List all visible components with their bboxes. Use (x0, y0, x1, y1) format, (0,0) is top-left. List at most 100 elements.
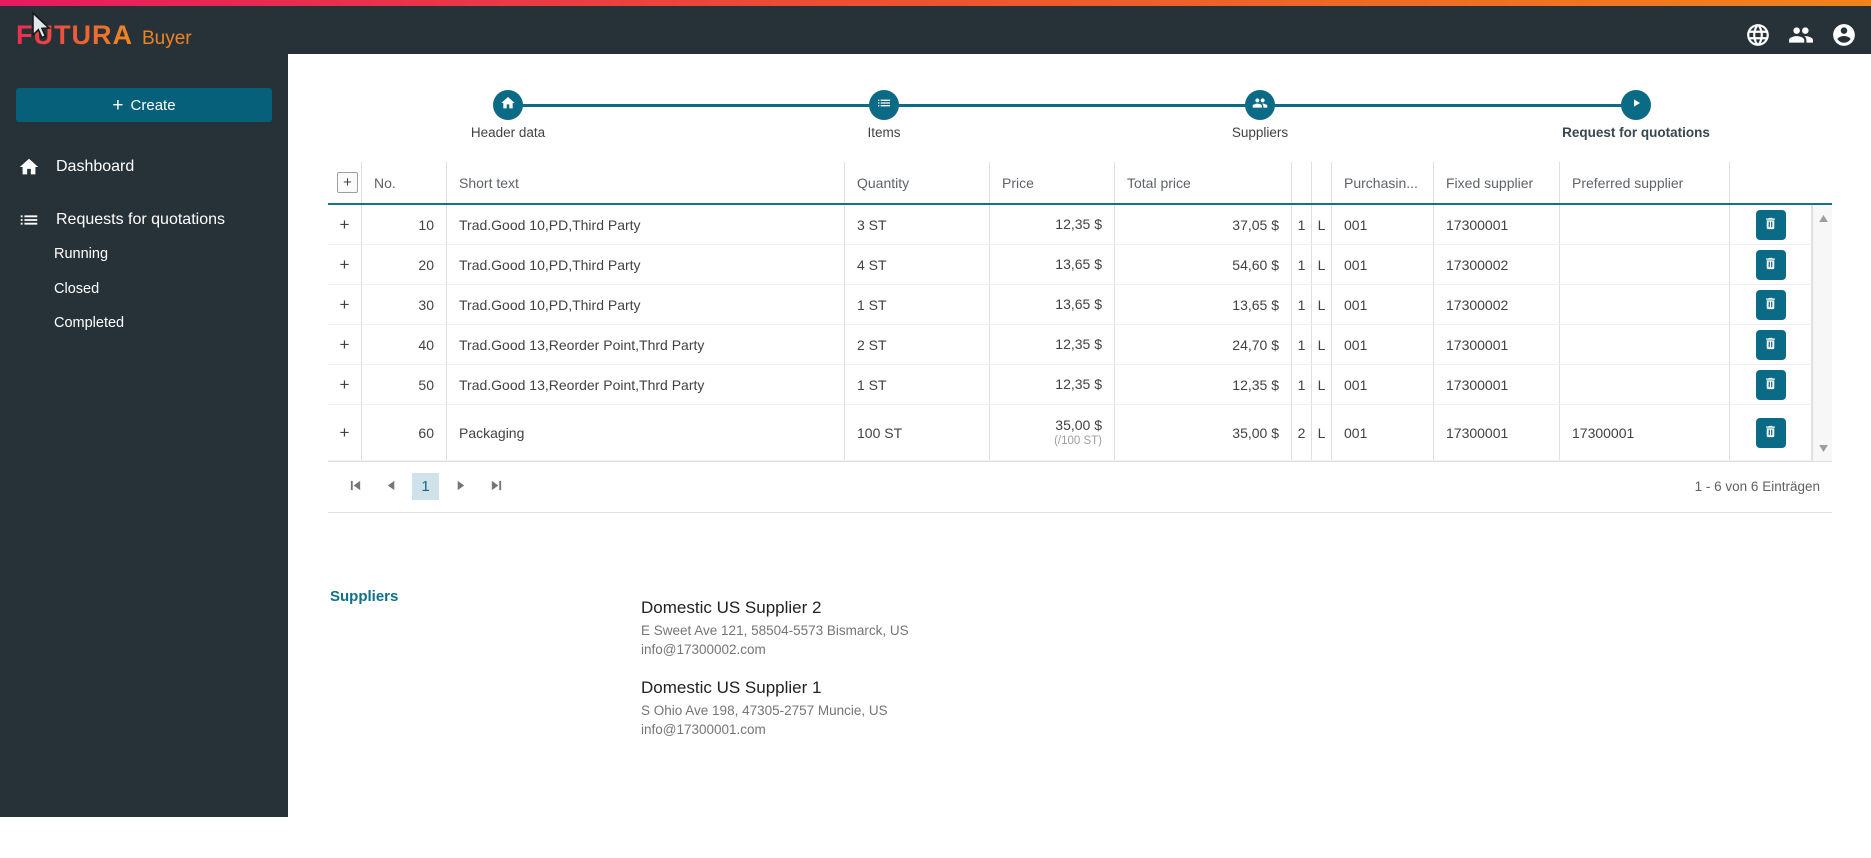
price-value: 12,35 $ (1055, 336, 1102, 353)
header-cell-quantity[interactable]: Quantity (845, 162, 990, 203)
delete-row-button[interactable] (1755, 369, 1786, 400)
supplier-name: Domestic US Supplier 2 (641, 598, 822, 617)
row-cell-expand: + (328, 405, 362, 460)
row-cell-c2: L (1312, 325, 1332, 364)
table-row[interactable]: + 20 Trad.Good 10,PD,Third Party 4 ST 13… (328, 245, 1832, 285)
add-item-button[interactable]: + (337, 172, 358, 193)
table-row[interactable]: + 50 Trad.Good 13,Reorder Point,Thrd Par… (328, 365, 1832, 405)
scroll-down-icon[interactable] (1813, 439, 1833, 457)
delete-row-button[interactable] (1755, 249, 1786, 280)
delete-row-button[interactable] (1755, 209, 1786, 240)
logo-suffix: Buyer (141, 28, 192, 49)
trash-icon (1763, 296, 1778, 314)
row-cell-no: 40 (362, 325, 447, 364)
stepper-line (508, 104, 1636, 107)
delete-row-button[interactable] (1755, 289, 1786, 320)
row-cell-actions (1730, 245, 1812, 284)
pagination-current-page[interactable]: 1 (412, 473, 439, 500)
header-cell-purchasing[interactable]: Purchasin... (1332, 162, 1434, 203)
scroll-up-icon[interactable] (1813, 209, 1833, 227)
price-value: 13,65 $ (1055, 256, 1102, 273)
supplier-email: info@17300001.com (641, 722, 766, 737)
row-cell-expand: + (328, 365, 362, 404)
step-label-items: Items (867, 125, 901, 140)
header-cell-actions (1730, 162, 1812, 203)
row-cell-purchasing: 001 (1332, 365, 1434, 404)
row-cell-no: 10 (362, 205, 447, 244)
delete-row-button[interactable] (1755, 417, 1786, 448)
table-row[interactable]: + 10 Trad.Good 10,PD,Third Party 3 ST 12… (328, 205, 1832, 245)
team-icon[interactable] (1788, 22, 1814, 48)
sidebar-subitem-completed[interactable]: Completed (54, 315, 124, 331)
create-button[interactable]: + Create (16, 88, 272, 122)
pagination-next-button[interactable] (445, 472, 475, 502)
row-cell-short-text: Trad.Good 10,PD,Third Party (447, 285, 845, 324)
header-cell-fixed-supplier[interactable]: Fixed supplier (1434, 162, 1560, 203)
step-request-for-quotations[interactable] (1621, 90, 1651, 120)
row-cell-no: 50 (362, 365, 447, 404)
row-cell-short-text: Trad.Good 10,PD,Third Party (447, 245, 845, 284)
sidebar-item-requests-for-quotations[interactable]: Requests for quotations (0, 200, 288, 240)
sidebar-collapse-button[interactable] (234, 812, 274, 858)
table-row[interactable]: + 30 Trad.Good 10,PD,Third Party 1 ST 13… (328, 285, 1832, 325)
row-cell-fixed-supplier: 17300002 (1434, 245, 1560, 284)
row-cell-quantity: 1 ST (845, 285, 990, 324)
sidebar-item-dashboard[interactable]: Dashboard (0, 147, 288, 187)
suppliers-list: Domestic US Supplier 2 E Sweet Ave 121, … (641, 598, 909, 758)
supplier-address: S Ohio Ave 198, 47305-2757 Muncie, US (641, 703, 888, 718)
suppliers-section-title: Suppliers (330, 588, 399, 605)
expand-row-icon[interactable]: + (340, 256, 350, 273)
row-cell-preferred-supplier (1560, 365, 1730, 404)
sidebar-item-label: Requests for quotations (56, 211, 225, 228)
row-cell-purchasing: 001 (1332, 325, 1434, 364)
step-label-suppliers: Suppliers (1231, 125, 1289, 140)
row-cell-no: 30 (362, 285, 447, 324)
prev-page-icon (385, 479, 398, 495)
row-cell-total-price: 35,00 $ (1115, 405, 1292, 460)
row-cell-purchasing: 001 (1332, 285, 1434, 324)
chevron-left-icon (241, 816, 267, 855)
row-cell-actions (1730, 325, 1812, 364)
expand-row-icon[interactable]: + (340, 336, 350, 353)
globe-icon[interactable] (1745, 22, 1771, 48)
pagination-prev-button[interactable] (376, 472, 406, 502)
step-header-data[interactable] (493, 90, 523, 120)
row-cell-expand: + (328, 245, 362, 284)
supplier-entry: Domestic US Supplier 2 E Sweet Ave 121, … (641, 598, 909, 657)
row-cell-short-text: Trad.Good 13,Reorder Point,Thrd Party (447, 325, 845, 364)
next-page-icon (454, 479, 467, 495)
row-cell-actions (1730, 285, 1812, 324)
table-header-row: + No. Short text Quantity Price Total pr… (328, 162, 1832, 205)
row-cell-preferred-supplier (1560, 325, 1730, 364)
supplier-email: info@17300002.com (641, 642, 766, 657)
header-cell-total-price[interactable]: Total price (1115, 162, 1292, 203)
pagination-last-button[interactable] (481, 472, 511, 502)
pagination-entries-info: 1 - 6 von 6 Einträgen (1694, 479, 1820, 494)
price-value: 13,65 $ (1055, 296, 1102, 313)
table-scrollbar[interactable] (1812, 205, 1832, 461)
header-cell-no[interactable]: No. (362, 162, 447, 203)
expand-row-icon[interactable]: + (340, 296, 350, 313)
row-cell-fixed-supplier: 17300001 (1434, 365, 1560, 404)
header-cell-preferred-supplier[interactable]: Preferred supplier (1560, 162, 1730, 203)
step-items[interactable] (869, 90, 899, 120)
expand-row-icon[interactable]: + (340, 424, 350, 441)
pagination-first-button[interactable] (340, 472, 370, 502)
table-row[interactable]: + 40 Trad.Good 13,Reorder Point,Thrd Par… (328, 325, 1832, 365)
sidebar-subitem-running[interactable]: Running (54, 246, 108, 262)
account-icon[interactable] (1831, 22, 1857, 48)
row-cell-preferred-supplier (1560, 285, 1730, 324)
header-cell-price[interactable]: Price (990, 162, 1115, 203)
group-icon (1252, 95, 1268, 116)
expand-row-icon[interactable]: + (340, 376, 350, 393)
step-suppliers[interactable] (1245, 90, 1275, 120)
delete-row-button[interactable] (1755, 329, 1786, 360)
row-cell-c1: 1 (1292, 325, 1312, 364)
header-cell-short-text[interactable]: Short text (447, 162, 845, 203)
sidebar-subitem-closed[interactable]: Closed (54, 281, 99, 297)
header-cell-c2 (1312, 162, 1332, 203)
pagination-bar: 1 1 - 6 von 6 Einträgen (328, 461, 1832, 513)
expand-row-icon[interactable]: + (340, 216, 350, 233)
table-row[interactable]: + 60 Packaging 100 ST 35,00 $ (/100 ST) … (328, 405, 1832, 461)
row-cell-fixed-supplier: 17300001 (1434, 405, 1560, 460)
